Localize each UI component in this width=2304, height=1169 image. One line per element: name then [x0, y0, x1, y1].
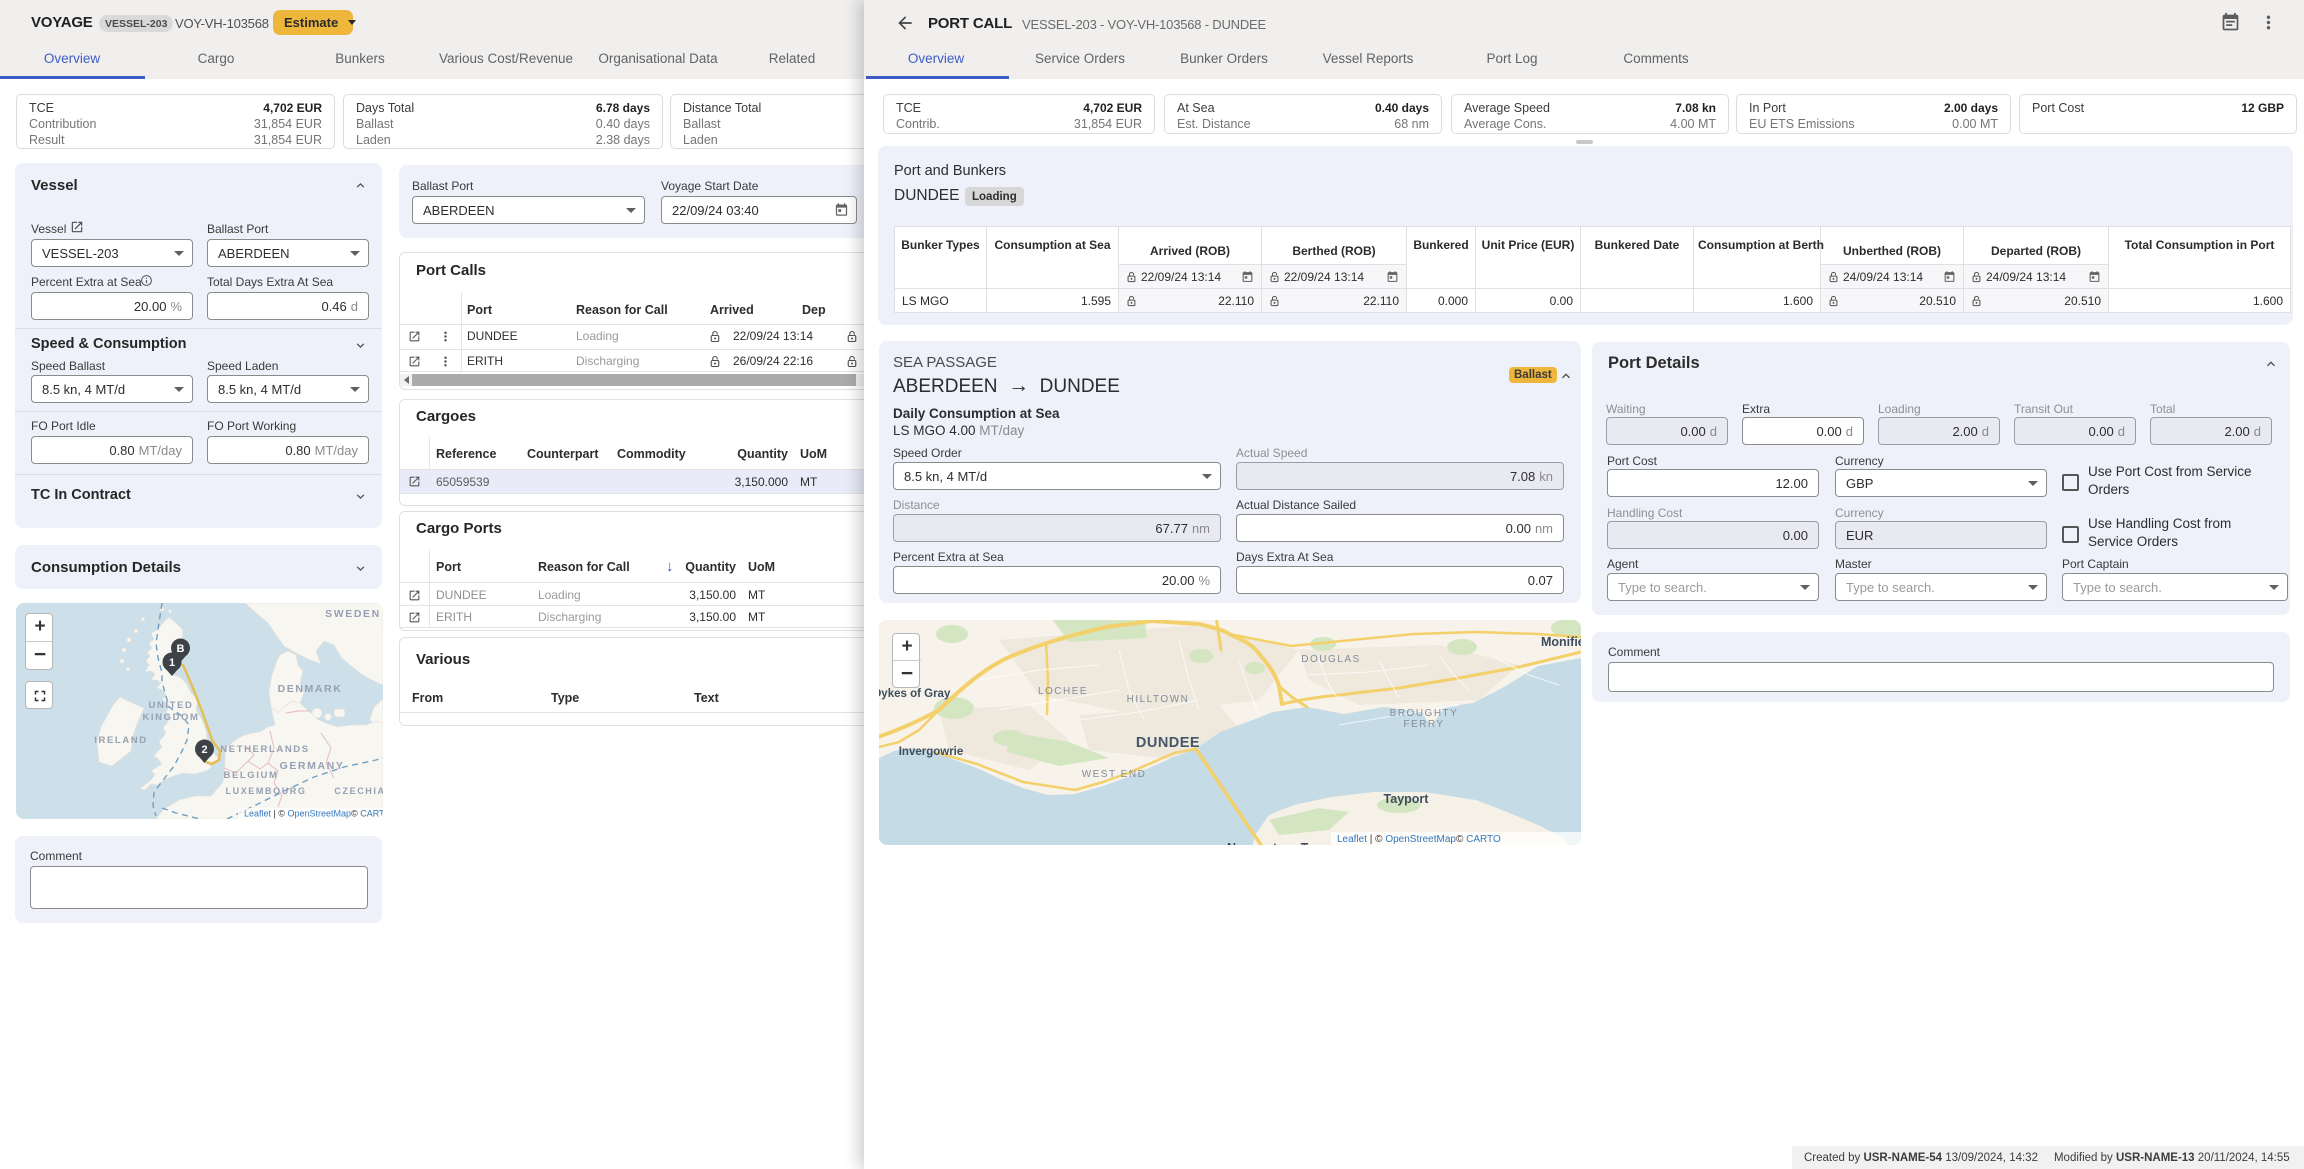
svg-text:LUXEMBOURG: LUXEMBOURG	[226, 786, 307, 796]
svg-text:Monifie: Monifie	[1541, 635, 1581, 649]
svg-text:UNITED: UNITED	[149, 700, 194, 711]
svg-text:BELGIUM: BELGIUM	[223, 770, 278, 781]
svg-text:NETHERLANDS: NETHERLANDS	[220, 744, 309, 755]
svg-text:DUNDEE: DUNDEE	[1136, 735, 1200, 751]
svg-text:B: B	[177, 643, 185, 655]
svg-text:WEST END: WEST END	[1082, 769, 1147, 780]
svg-text:Tayport: Tayport	[1384, 792, 1430, 806]
svg-text:2: 2	[201, 744, 207, 756]
svg-text:HILLTOWN: HILLTOWN	[1127, 694, 1190, 705]
svg-text:Leaflet | © OpenStreetMap© CAR: Leaflet | © OpenStreetMap© CARTO	[244, 809, 383, 819]
svg-text:IRELAND: IRELAND	[94, 735, 147, 746]
svg-text:GERMANY: GERMANY	[280, 760, 345, 772]
svg-text:FERRY: FERRY	[1403, 719, 1444, 730]
svg-text:BROUGHTY: BROUGHTY	[1390, 708, 1459, 719]
svg-text:Dykes of Gray: Dykes of Gray	[879, 688, 951, 700]
svg-text:Invergowrie: Invergowrie	[899, 746, 964, 758]
svg-text:CZECHIA: CZECHIA	[334, 786, 383, 796]
svg-text:Leaflet | © OpenStreetMap© CAR: Leaflet | © OpenStreetMap© CARTO	[1337, 834, 1501, 845]
svg-text:DENMARK: DENMARK	[278, 683, 343, 695]
svg-text:KINGDOM: KINGDOM	[142, 712, 199, 723]
svg-text:1: 1	[169, 657, 175, 669]
svg-text:DOUGLAS: DOUGLAS	[1301, 654, 1360, 665]
svg-text:SWEDEN: SWEDEN	[325, 608, 381, 620]
svg-text:Newport-on-Tay: Newport-on-Tay	[1227, 841, 1321, 845]
svg-text:LOCHEE: LOCHEE	[1038, 686, 1088, 697]
